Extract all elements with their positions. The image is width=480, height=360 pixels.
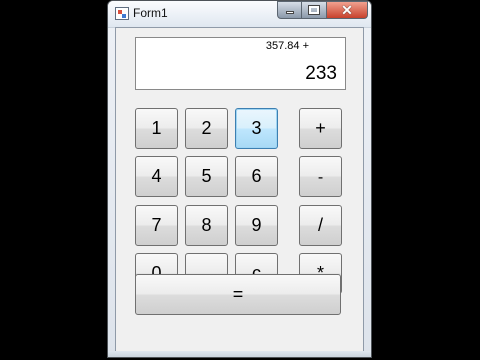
app-icon[interactable] — [115, 7, 129, 20]
key-3[interactable]: 3 — [235, 108, 278, 149]
key-plus[interactable]: + — [299, 108, 342, 149]
close-icon: ✕ — [341, 2, 353, 18]
maximize-icon — [308, 5, 320, 15]
key-6[interactable]: 6 — [235, 156, 278, 197]
key-5[interactable]: 5 — [185, 156, 228, 197]
key-1[interactable]: 1 — [135, 108, 178, 149]
minimize-button[interactable] — [277, 1, 302, 19]
maximize-button[interactable] — [302, 1, 327, 19]
key-divide[interactable]: / — [299, 205, 342, 246]
window-title: Form1 — [133, 6, 168, 20]
key-7[interactable]: 7 — [135, 205, 178, 246]
key-9[interactable]: 9 — [235, 205, 278, 246]
key-4[interactable]: 4 — [135, 156, 178, 197]
window-controls: ✕ — [277, 1, 368, 19]
key-2[interactable]: 2 — [185, 108, 228, 149]
close-button[interactable]: ✕ — [327, 1, 368, 19]
title-bar[interactable]: Form1 ✕ — [108, 1, 371, 28]
minimize-icon — [286, 11, 294, 14]
key-minus[interactable]: - — [299, 156, 342, 197]
key-8[interactable]: 8 — [185, 205, 228, 246]
key-equals[interactable]: = — [135, 274, 341, 315]
window-bottom-frame — [108, 351, 371, 357]
calculator-window: Form1 ✕ 357.84 + 233 1 2 3 + 4 5 6 - 7 8… — [107, 0, 372, 358]
